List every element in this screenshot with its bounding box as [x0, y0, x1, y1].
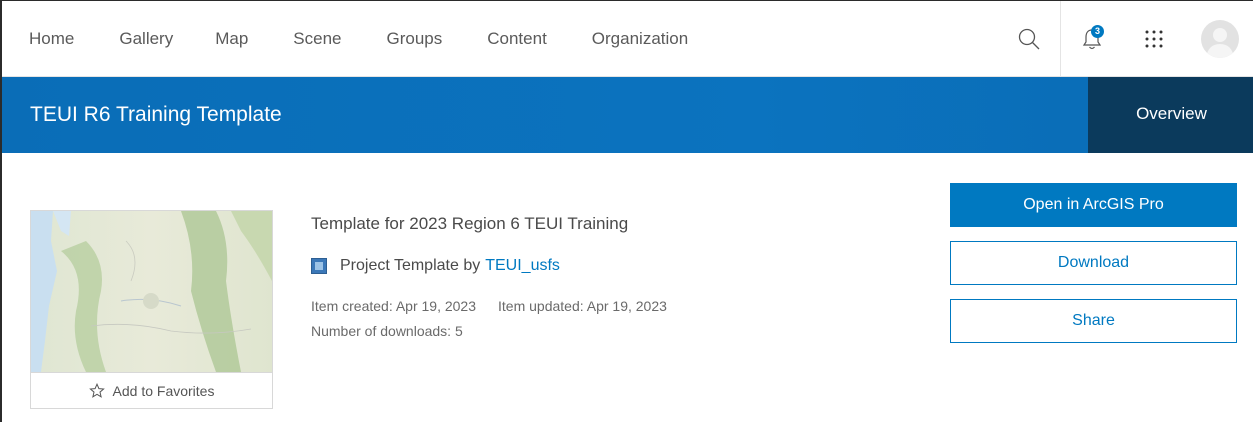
nav-home[interactable]: Home	[29, 29, 74, 49]
user-silhouette-icon	[1206, 28, 1234, 58]
add-to-favorites-button[interactable]: Add to Favorites	[31, 372, 272, 408]
item-title: Template for 2023 Region 6 TEUI Training	[311, 214, 629, 233]
nav-scene[interactable]: Scene	[293, 29, 341, 49]
search-icon	[1018, 28, 1040, 50]
item-dates: Item created: Apr 19, 2023 Item updated: …	[311, 298, 667, 314]
thumbnail-card: Add to Favorites	[30, 210, 273, 409]
nav-map[interactable]: Map	[215, 29, 248, 49]
notifications-button[interactable]: 3	[1061, 1, 1123, 77]
item-created: Item created: Apr 19, 2023	[311, 298, 476, 314]
item-updated: Item updated: Apr 19, 2023	[498, 298, 667, 314]
nav-organization[interactable]: Organization	[592, 29, 688, 49]
download-button[interactable]: Download	[950, 241, 1237, 285]
tab-overview[interactable]: Overview	[1088, 77, 1253, 153]
notification-badge: 3	[1091, 25, 1104, 38]
top-nav: Home Gallery Map Scene Groups Content Or…	[2, 1, 1253, 77]
open-in-arcgis-pro-button[interactable]: Open in ArcGIS Pro	[950, 183, 1237, 227]
nav-right: 3	[998, 1, 1253, 77]
item-type-label: Project Template by	[340, 257, 481, 274]
item-type-row: Project Template by TEUI_usfs	[311, 257, 560, 275]
avatar	[1201, 20, 1239, 58]
item-header-bar: TEUI R6 Training Template Overview	[2, 77, 1253, 153]
apps-grid-icon	[1145, 30, 1163, 48]
map-thumbnail[interactable]	[31, 211, 272, 372]
page-frame: Home Gallery Map Scene Groups Content Or…	[0, 0, 1253, 422]
share-button[interactable]: Share	[950, 299, 1237, 343]
nav-links: Home Gallery Map Scene Groups Content Or…	[29, 1, 733, 77]
star-icon	[88, 382, 105, 398]
page-title: TEUI R6 Training Template	[30, 103, 282, 126]
nav-gallery[interactable]: Gallery	[119, 29, 173, 49]
search-button[interactable]	[998, 1, 1060, 77]
user-menu-button[interactable]	[1185, 1, 1253, 77]
nav-content[interactable]: Content	[487, 29, 547, 49]
add-to-favorites-label: Add to Favorites	[112, 382, 215, 399]
owner-link[interactable]: TEUI_usfs	[485, 257, 560, 275]
project-template-icon	[311, 258, 327, 274]
nav-groups[interactable]: Groups	[387, 29, 443, 49]
item-downloads: Number of downloads: 5	[311, 323, 463, 339]
apps-button[interactable]	[1123, 1, 1185, 77]
